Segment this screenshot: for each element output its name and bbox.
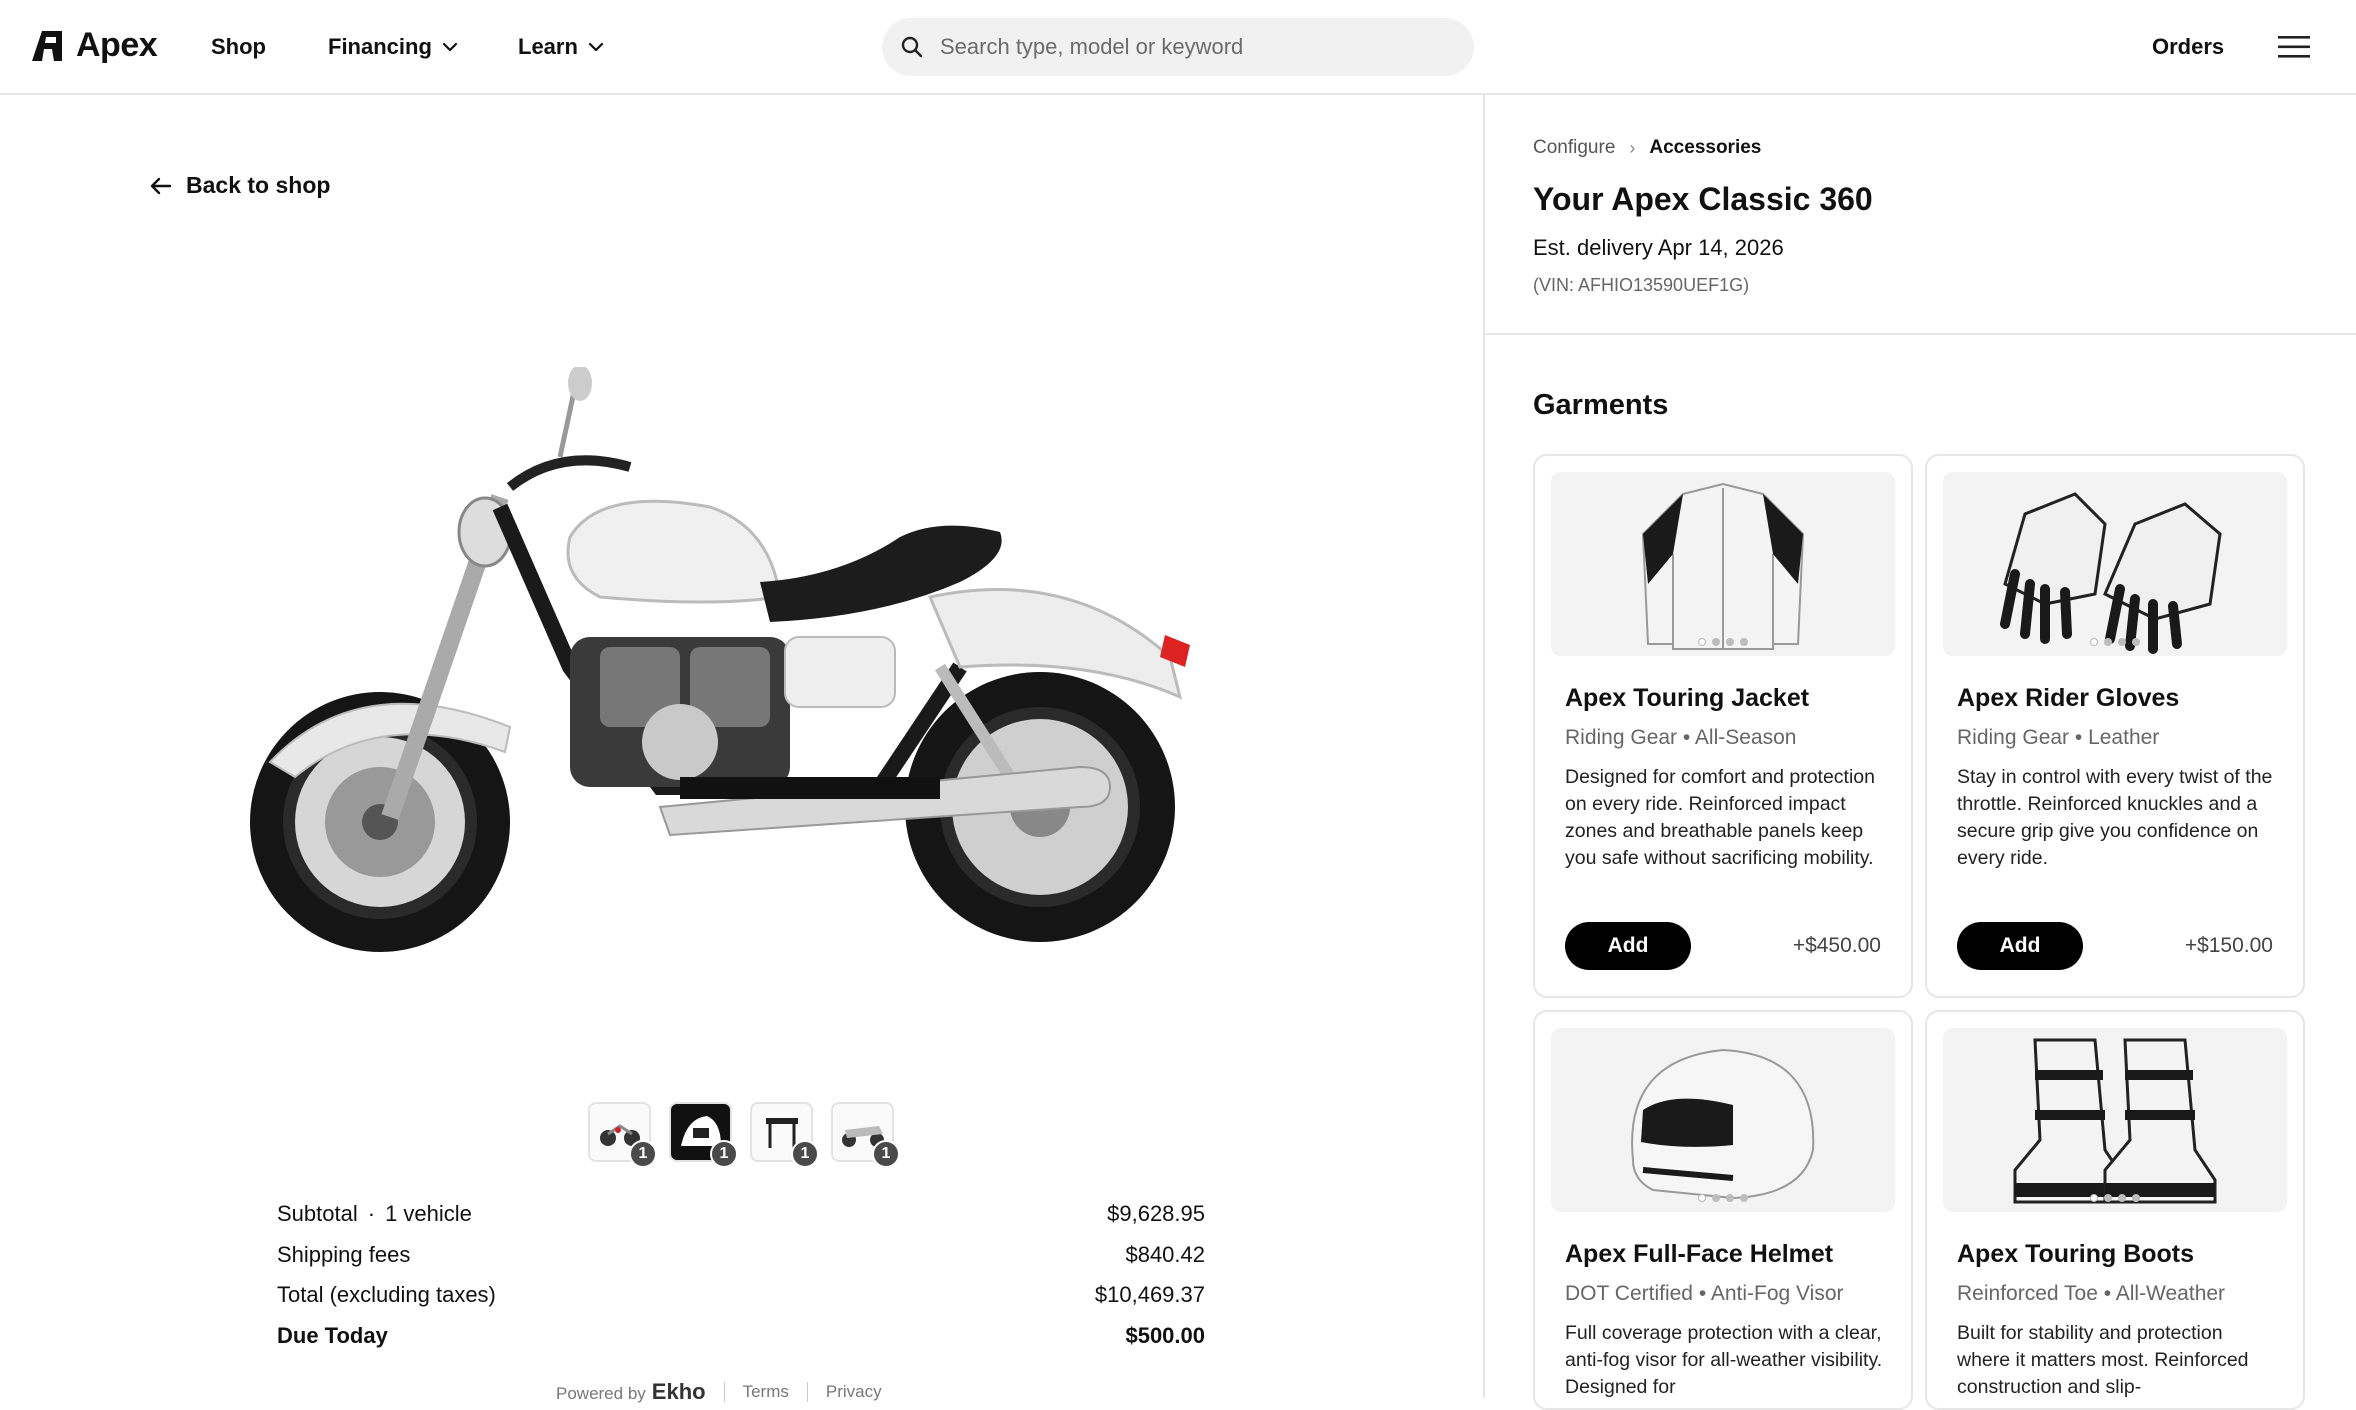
boots-image	[2013, 1038, 2217, 1204]
powered-by-brand: Ekho	[651, 1379, 706, 1404]
carousel-dots	[2090, 638, 2140, 646]
product-image	[1943, 1028, 2287, 1212]
thumbnail-count-badge: 1	[629, 1140, 657, 1168]
chevron-down-icon	[442, 42, 457, 52]
brand-logo[interactable]: Apex	[30, 26, 158, 65]
orders-link[interactable]: Orders	[2152, 34, 2224, 60]
product-subtitle: Riding Gear • Leather	[1957, 726, 2160, 749]
product-image	[1551, 1028, 1895, 1212]
thumbnail-item[interactable]: 1	[669, 1102, 738, 1168]
jacket-image	[1641, 482, 1805, 650]
product-subtitle: Riding Gear • All-Season	[1565, 726, 1797, 749]
search-bar[interactable]	[882, 18, 1474, 76]
product-name: Apex Full-Face Helmet	[1565, 1240, 1834, 1268]
product-image	[1551, 472, 1895, 656]
thumbnail-strip: 1 1 1 1	[588, 1102, 900, 1168]
summary-subtotal-row: Subtotal · 1 vehicle $9,628.95	[277, 1201, 1205, 1227]
breadcrumb-accessories: Accessories	[1649, 137, 1762, 158]
page-title: Your Apex Classic 360	[1533, 181, 1873, 217]
accessories-pane: Configure › Accessories Your Apex Classi…	[1485, 97, 2356, 1410]
due-today-label: Due Today	[277, 1322, 388, 1348]
product-card[interactable]: Apex Touring Jacket Riding Gear • All-Se…	[1533, 454, 1913, 998]
product-subtitle: Reinforced Toe • All-Weather	[1957, 1282, 2226, 1305]
product-name: Apex Touring Boots	[1957, 1240, 2195, 1268]
footer-divider	[806, 1382, 808, 1402]
apex-logo-icon	[32, 30, 62, 61]
product-name: Apex Rider Gloves	[1957, 684, 2180, 712]
product-price: +$450.00	[1792, 934, 1881, 957]
subtotal-qty: 1 vehicle	[385, 1201, 472, 1227]
page-footer: Powered by Ekho Terms Privacy	[556, 1379, 882, 1405]
top-nav-bar: Apex Shop Financing Learn Orders	[0, 0, 2356, 95]
nav-financing[interactable]: Financing	[328, 34, 458, 60]
total-value: $10,469.37	[1094, 1282, 1205, 1308]
privacy-link[interactable]: Privacy	[826, 1382, 882, 1402]
chevron-down-icon	[588, 42, 604, 52]
breadcrumb-configure[interactable]: Configure	[1533, 137, 1615, 159]
breadcrumb-separator: ›	[1629, 137, 1636, 158]
thumbnail-item[interactable]: 1	[750, 1102, 819, 1168]
helmet-image	[1631, 1048, 1815, 1200]
subtotal-value: $9,628.95	[1107, 1201, 1205, 1227]
carousel-dots	[1698, 638, 1748, 646]
summary-due-today-row: Due Today $500.00	[277, 1316, 1205, 1357]
product-card[interactable]: Apex Touring Boots Reinforced Toe • All-…	[1925, 1010, 2305, 1410]
search-icon	[901, 36, 923, 58]
section-title-garments: Garments	[1533, 389, 1669, 421]
summary-total-row: Total (excluding taxes) $10,469.37	[277, 1275, 1205, 1316]
product-description: Full coverage protection with a clear, a…	[1565, 1322, 1883, 1398]
back-to-shop-label: Back to shop	[186, 172, 331, 198]
menu-icon[interactable]	[2278, 34, 2310, 60]
gloves-image	[2000, 492, 2222, 654]
back-to-shop-link[interactable]: Back to shop	[150, 172, 330, 199]
motorcycle-image	[250, 367, 1190, 952]
shipping-value: $840.42	[1125, 1241, 1205, 1267]
due-today-value: $500.00	[1125, 1322, 1205, 1348]
thumbnail-count-badge: 1	[791, 1140, 819, 1168]
arrow-left-icon	[150, 177, 172, 194]
product-subtitle: DOT Certified • Anti-Fog Visor	[1565, 1282, 1844, 1305]
product-name: Apex Touring Jacket	[1565, 684, 1810, 712]
nav-learn-label: Learn	[518, 34, 578, 59]
thumbnail-item[interactable]: 1	[831, 1102, 900, 1168]
product-description: Stay in control with every twist of the …	[1957, 766, 2273, 869]
thumbnail-count-badge: 1	[710, 1140, 738, 1168]
add-button[interactable]: Add	[1957, 922, 2083, 970]
breadcrumb: Configure › Accessories	[1533, 137, 1761, 159]
carousel-dots	[2090, 1194, 2140, 1202]
search-input[interactable]	[938, 33, 1438, 61]
thumbnail-count-badge: 1	[872, 1140, 900, 1168]
add-button[interactable]: Add	[1565, 922, 1691, 970]
carousel-dots	[1698, 1194, 1748, 1202]
terms-link[interactable]: Terms	[743, 1382, 789, 1402]
nav-shop[interactable]: Shop	[211, 34, 266, 60]
product-image	[1943, 472, 2287, 656]
nav-financing-label: Financing	[328, 34, 432, 59]
product-card[interactable]: Apex Full-Face Helmet DOT Certified • An…	[1533, 1010, 1913, 1410]
nav-learn[interactable]: Learn	[518, 34, 604, 60]
subtotal-label: Subtotal	[277, 1201, 358, 1227]
delivery-estimate: Est. delivery Apr 14, 2026	[1533, 235, 1784, 260]
product-price: +$150.00	[2184, 934, 2273, 957]
vin-number: (VIN: AFHIO13590UEF1G)	[1533, 275, 1750, 295]
thumbnail-item[interactable]: 1	[588, 1102, 657, 1168]
shipping-label: Shipping fees	[277, 1241, 411, 1267]
nav-shop-label: Shop	[211, 34, 266, 59]
product-description: Built for stability and protection where…	[1957, 1322, 2249, 1398]
summary-shipping-row: Shipping fees $840.42	[277, 1235, 1205, 1276]
total-label: Total (excluding taxes)	[277, 1282, 496, 1308]
product-card[interactable]: Apex Rider Gloves Riding Gear • Leather …	[1925, 454, 2305, 998]
section-divider	[1485, 333, 2356, 335]
powered-by-label: Powered by	[556, 1384, 646, 1403]
brand-name: Apex	[76, 26, 158, 64]
footer-divider	[723, 1382, 725, 1402]
product-description: Designed for comfort and protection on e…	[1565, 766, 1876, 869]
order-summary: Subtotal · 1 vehicle $9,628.95 Shipping fe…	[277, 1194, 1205, 1356]
vehicle-preview-pane: Back to shop 1 1 1 1 Subtotal · 1 vehicl…	[0, 97, 1483, 1404]
